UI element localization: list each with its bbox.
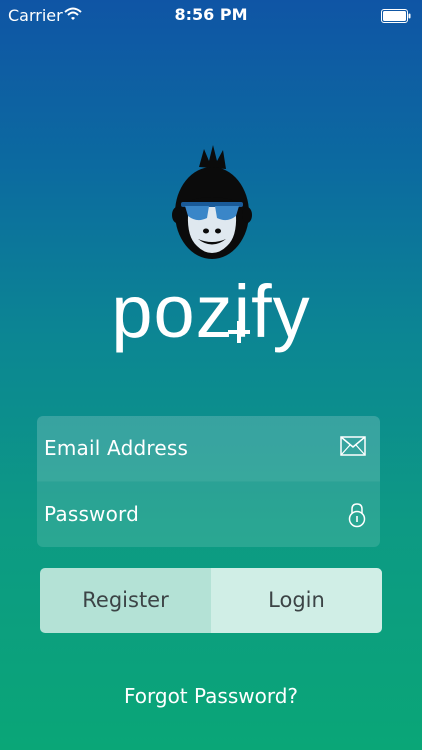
app-wordmark: pozify — [0, 262, 422, 362]
wordmark-text: pozify — [111, 270, 311, 353]
status-bar: Carrier 8:56 PM — [0, 0, 422, 30]
email-placeholder: Email Address — [44, 436, 189, 460]
gorilla-logo-icon — [171, 145, 253, 261]
password-placeholder: Password — [44, 502, 140, 526]
forgot-password-link[interactable]: Forgot Password? — [0, 684, 422, 708]
auth-buttons: Register Login — [40, 568, 382, 633]
login-button[interactable]: Login — [211, 568, 382, 633]
lock-icon — [348, 502, 366, 532]
battery-icon — [381, 8, 411, 23]
password-field[interactable]: Password — [37, 482, 380, 547]
register-button[interactable]: Register — [40, 568, 211, 633]
login-form: Email Address Password — [37, 416, 380, 547]
email-field[interactable]: Email Address — [37, 416, 380, 481]
status-time: 8:56 PM — [174, 5, 248, 24]
envelope-icon — [340, 436, 366, 460]
plus-icon — [226, 270, 252, 343]
